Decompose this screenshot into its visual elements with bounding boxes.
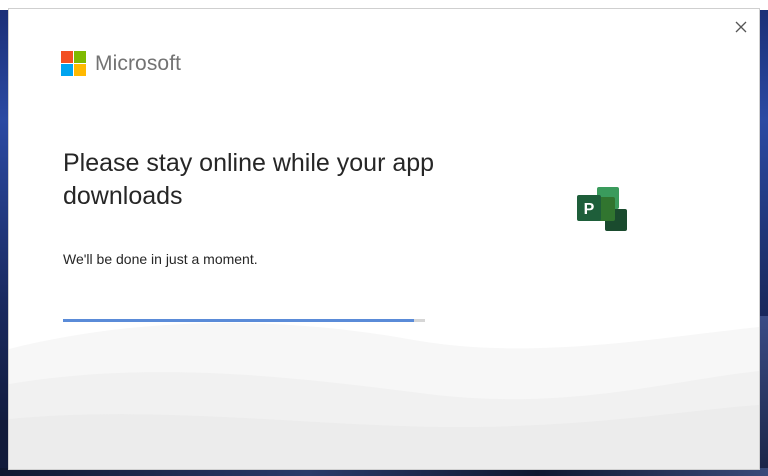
download-progress-bar [63, 319, 425, 322]
microsoft-brand: Microsoft [61, 51, 181, 76]
close-icon [735, 21, 747, 33]
logo-red-square [61, 51, 73, 63]
headline: Please stay online while your app downlo… [63, 149, 435, 210]
brand-name: Microsoft [95, 51, 182, 75]
download-progress-fill [63, 319, 415, 322]
logo-green-square [74, 51, 86, 63]
project-icon-letter: P [584, 201, 595, 218]
logo-yellow-square [74, 64, 86, 76]
installer-window: Microsoft Please stay online while your … [8, 8, 760, 470]
close-button[interactable] [731, 17, 751, 37]
logo-blue-square [61, 64, 73, 76]
microsoft-logo-icon [61, 51, 86, 76]
background-wave [9, 322, 759, 469]
project-icon: P [577, 187, 627, 231]
status-message: We'll be done in just a moment. [63, 251, 258, 267]
